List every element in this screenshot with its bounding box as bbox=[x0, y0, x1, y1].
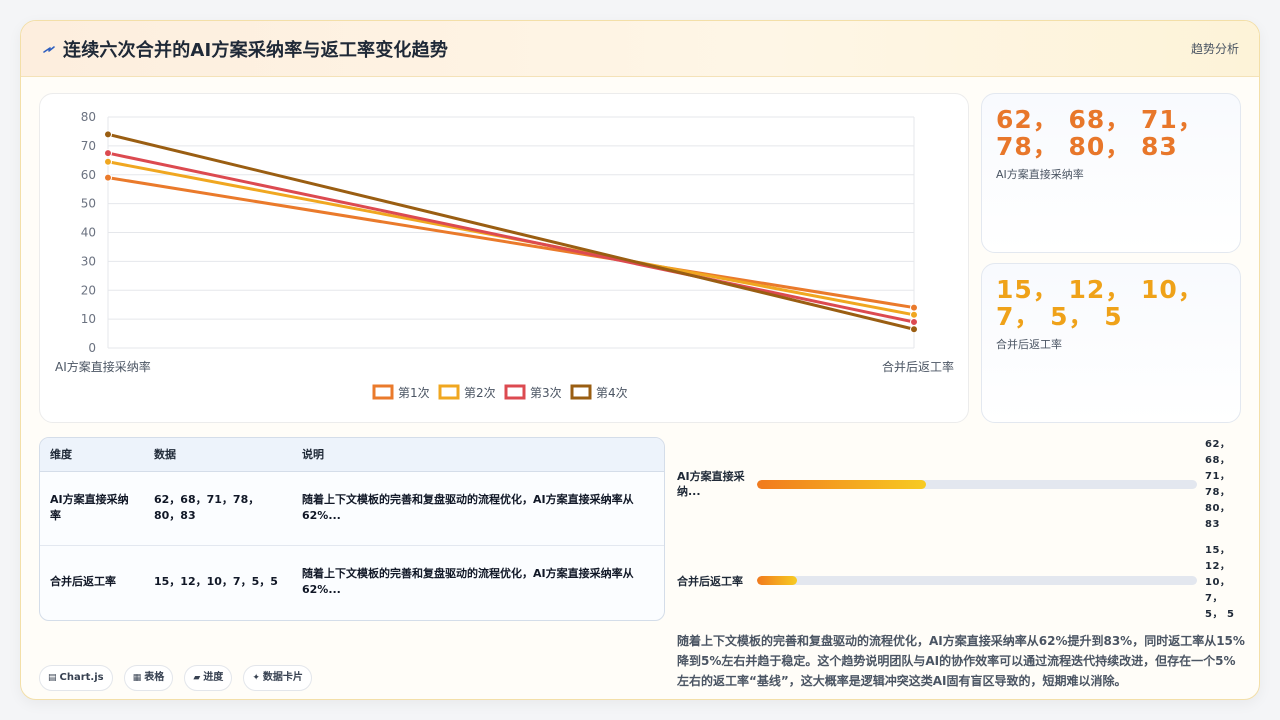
table-header-dim: 维度 bbox=[40, 438, 144, 472]
data-point bbox=[104, 157, 112, 166]
y-tick-label: 0 bbox=[88, 341, 96, 355]
data-point bbox=[104, 173, 112, 182]
dashboard-frame: 连续六次合并的AI方案采纳率与返工率变化趋势 趋势分析 0 10 20 30 40 50 6… bbox=[20, 20, 1260, 700]
legend-label: 第2次 bbox=[464, 386, 496, 400]
data-point bbox=[910, 303, 918, 312]
y-tick-label: 40 bbox=[81, 226, 96, 240]
legend-label: 第1次 bbox=[398, 386, 430, 400]
y-tick-label: 80 bbox=[81, 110, 96, 124]
table-cell-dim: 合并后返工率 bbox=[50, 575, 116, 589]
table-row: AI方案直接采纳率 62，68，71，78，80，83 随着上下文模板的完善和复… bbox=[40, 471, 664, 546]
stat-card-rework: 15， 12， 10， 7， 5， 5 合并后返工率 bbox=[981, 263, 1241, 423]
progress-value-rework: 15， 12， 10， 7， 5， 5 bbox=[1205, 545, 1235, 620]
chip-chartjs[interactable]: ▤ Chart.js bbox=[39, 665, 113, 691]
y-tick-label: 60 bbox=[81, 168, 96, 182]
legend-swatch bbox=[504, 384, 526, 400]
stat-value-rework: 15， 12， 10， 7， 5， 5 bbox=[996, 275, 1204, 331]
chip-label: 表格 bbox=[144, 672, 165, 683]
legend-swatch bbox=[372, 384, 394, 400]
stat-label-adoption: AI方案直接采纳率 bbox=[996, 168, 1084, 181]
table-cell-note: 随着上下文模板的完善和复盘驱动的流程优化，AI方案直接采纳率从62%... bbox=[302, 567, 634, 597]
data-point bbox=[910, 325, 918, 334]
table-header-row: 维度 数据 说明 bbox=[40, 438, 664, 472]
data-table: 维度 数据 说明 AI方案直接采纳率 62，68，71，78，80，83 随着上… bbox=[39, 437, 665, 621]
progress-value-adoption: 62， 68， 71， 78， 80， 83 bbox=[1205, 439, 1231, 530]
chip-label: 进度 bbox=[203, 672, 224, 683]
y-tick-label: 10 bbox=[81, 312, 96, 326]
table-cell-note: 随着上下文模板的完善和复盘驱动的流程优化，AI方案直接采纳率从62%... bbox=[292, 471, 664, 546]
line-chart-card: 0 10 20 30 40 50 60 70 80 AI方案直接采纳率 合并后返工率第1次 第2次 第3… bbox=[39, 93, 969, 423]
y-tick-label: 30 bbox=[81, 254, 96, 268]
y-tick-label: 50 bbox=[81, 197, 96, 211]
progress-fill-rework bbox=[757, 576, 798, 585]
line-chart: 0 10 20 30 40 50 60 70 80 AI方案直接采纳率 合并后返工率第1次 第2次 第3… bbox=[55, 110, 954, 400]
progress-label-adoption: AI方案直接采纳... bbox=[677, 470, 745, 498]
data-point bbox=[910, 318, 918, 327]
sparkle-icon: ✦ bbox=[252, 673, 260, 683]
chip-label: Chart.js bbox=[59, 672, 104, 683]
table-header-data: 数据 bbox=[144, 438, 292, 472]
table-cell-data: 62，68，71，78，80，83 bbox=[144, 471, 292, 546]
chip-table[interactable]: ▦ 表格 bbox=[123, 665, 174, 691]
legend-label: 第4次 bbox=[596, 386, 628, 400]
series-line bbox=[106, 151, 916, 324]
chip-datacard[interactable]: ✦ 数据卡片 bbox=[243, 665, 312, 691]
table-row: 合并后返工率 15，12，10，7，5，5 随着上下文模板的完善和复盘驱动的流程… bbox=[40, 545, 664, 619]
series-line bbox=[106, 176, 916, 310]
page-title: 连续六次合并的AI方案采纳率与返工率变化趋势 bbox=[63, 40, 449, 61]
progress-icon: ▰ bbox=[193, 673, 201, 683]
data-point bbox=[910, 310, 918, 319]
legend-label: 第3次 bbox=[530, 386, 562, 400]
chip-label: 数据卡片 bbox=[262, 672, 303, 683]
data-point bbox=[104, 149, 112, 158]
progress-label-rework: 合并后返工率 bbox=[677, 575, 743, 588]
table-cell-data: 15，12，10，7，5，5 bbox=[154, 575, 278, 589]
y-tick-label: 70 bbox=[81, 139, 96, 153]
lightning-icon bbox=[43, 46, 55, 53]
legend-swatch bbox=[570, 384, 592, 400]
data-point bbox=[104, 130, 112, 139]
table-icon: ▦ bbox=[132, 673, 142, 683]
progress-panel: AI方案直接采纳... 62， 68， 71， 78， 80， 83 合并后返工… bbox=[677, 437, 1247, 621]
table-header-note: 说明 bbox=[292, 438, 664, 472]
stat-value-adoption: 62， 68， 71， 78， 80， 83 bbox=[996, 105, 1204, 161]
legend-swatch bbox=[438, 384, 460, 400]
x-tick-label: AI方案直接采纳率 bbox=[55, 359, 151, 374]
table-cell-dim: AI方案直接采纳率 bbox=[40, 471, 144, 546]
trend-analysis-link[interactable]: 趋势分析 bbox=[1191, 40, 1239, 57]
series-line bbox=[106, 132, 916, 331]
chart-icon: ▤ bbox=[48, 673, 57, 683]
header: 连续六次合并的AI方案采纳率与返工率变化趋势 趋势分析 bbox=[21, 21, 1259, 77]
progress-track-adoption bbox=[757, 480, 1197, 489]
progress-fill-adoption bbox=[757, 480, 927, 489]
y-tick-label: 20 bbox=[81, 283, 96, 297]
stat-card-adoption: 62， 68， 71， 78， 80， 83 AI方案直接采纳率 bbox=[981, 93, 1241, 253]
summary-text: 随着上下文模板的完善和复盘驱动的流程优化，AI方案直接采纳率从62%提升到83%… bbox=[677, 634, 1245, 688]
progress-track-rework bbox=[757, 576, 1197, 585]
view-chips: ▤ Chart.js ▦ 表格 ▰ 进度 ✦ 数据卡片 bbox=[39, 665, 318, 691]
chip-progress[interactable]: ▰ 进度 bbox=[184, 665, 233, 691]
stat-label-rework: 合并后返工率 bbox=[996, 338, 1062, 351]
x-tick-label: 合并后返工率 bbox=[882, 359, 954, 374]
